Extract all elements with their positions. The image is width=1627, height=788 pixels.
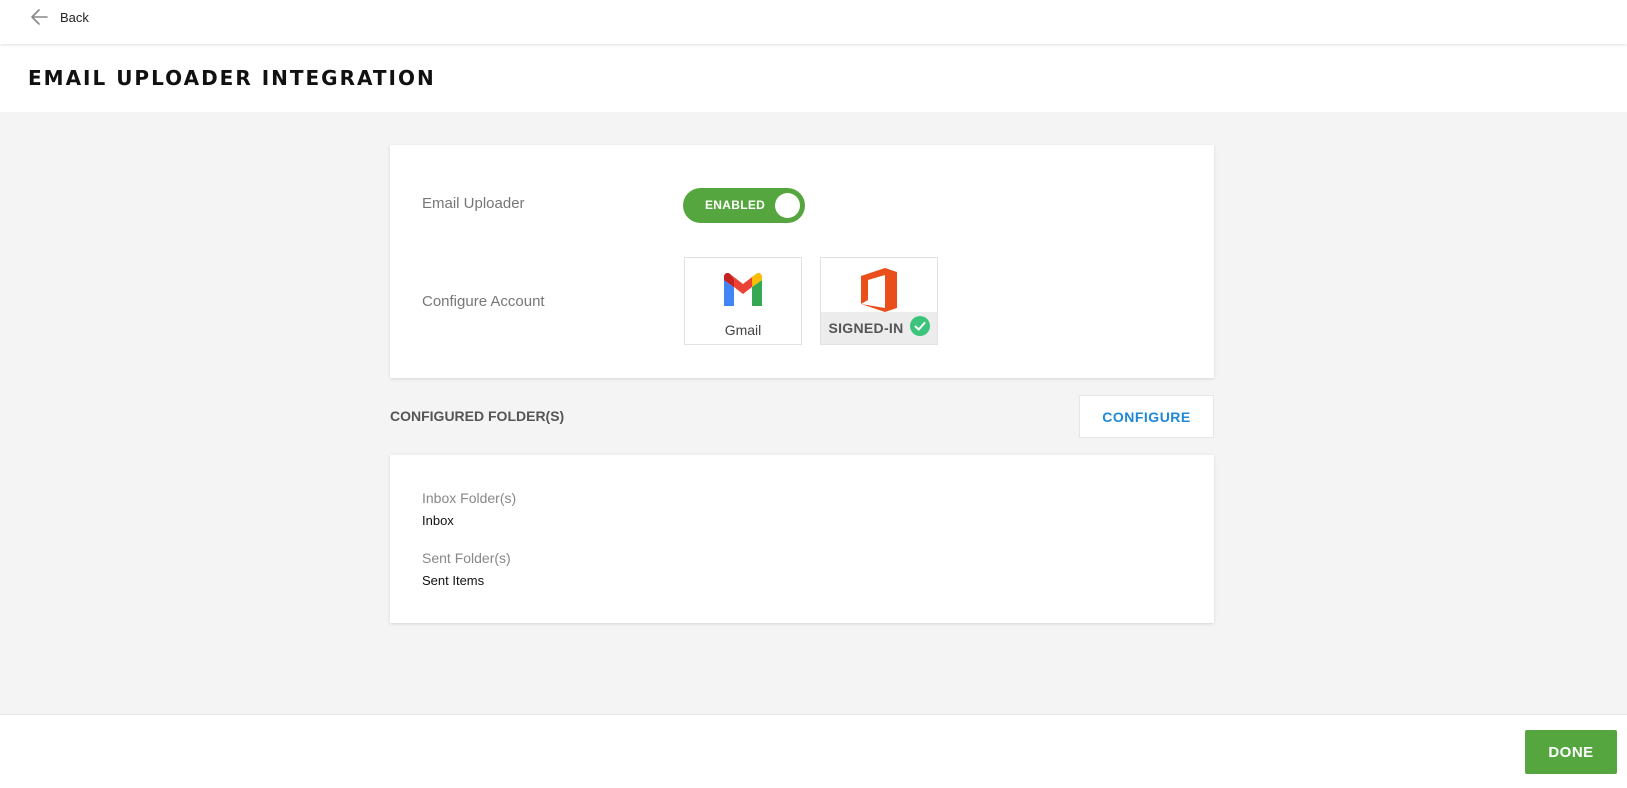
configured-folders-heading: CONFIGURED FOLDER(S) bbox=[390, 408, 565, 424]
sent-folders-value: Sent Items bbox=[422, 573, 485, 588]
footer-bar: DONE bbox=[0, 714, 1627, 788]
gmail-label: Gmail bbox=[724, 322, 762, 338]
signed-in-status: SIGNED-IN bbox=[821, 312, 937, 344]
top-bar: Back bbox=[0, 0, 1627, 44]
arrow-left-icon bbox=[30, 7, 50, 27]
folders-card: Inbox Folder(s) Inbox Sent Folder(s) Sen… bbox=[390, 455, 1214, 623]
check-circle-icon bbox=[909, 315, 930, 341]
title-bar: EMAIL UPLOADER INTEGRATION bbox=[0, 44, 1627, 112]
email-uploader-toggle[interactable]: ENABLED bbox=[683, 188, 805, 223]
gmail-icon bbox=[721, 273, 765, 310]
uploader-settings-card: Email Uploader ENABLED Configure Account… bbox=[390, 145, 1214, 378]
configure-button[interactable]: CONFIGURE bbox=[1079, 395, 1214, 438]
office-account-button[interactable]: SIGNED-IN bbox=[820, 257, 938, 345]
inbox-folders-label: Inbox Folder(s) bbox=[422, 490, 517, 506]
toggle-knob bbox=[775, 193, 800, 218]
signed-in-text: SIGNED-IN bbox=[828, 320, 904, 336]
back-link[interactable]: Back bbox=[30, 7, 89, 27]
back-label: Back bbox=[60, 9, 89, 25]
sent-folders-label: Sent Folder(s) bbox=[422, 550, 511, 566]
inbox-folders-value: Inbox bbox=[422, 513, 454, 528]
email-uploader-label: Email Uploader bbox=[422, 195, 525, 212]
toggle-state-text: ENABLED bbox=[705, 198, 766, 212]
gmail-account-button[interactable]: Gmail bbox=[684, 257, 802, 345]
done-button[interactable]: DONE bbox=[1525, 730, 1617, 774]
configure-account-label: Configure Account bbox=[422, 293, 545, 310]
page-title: EMAIL UPLOADER INTEGRATION bbox=[28, 66, 436, 90]
